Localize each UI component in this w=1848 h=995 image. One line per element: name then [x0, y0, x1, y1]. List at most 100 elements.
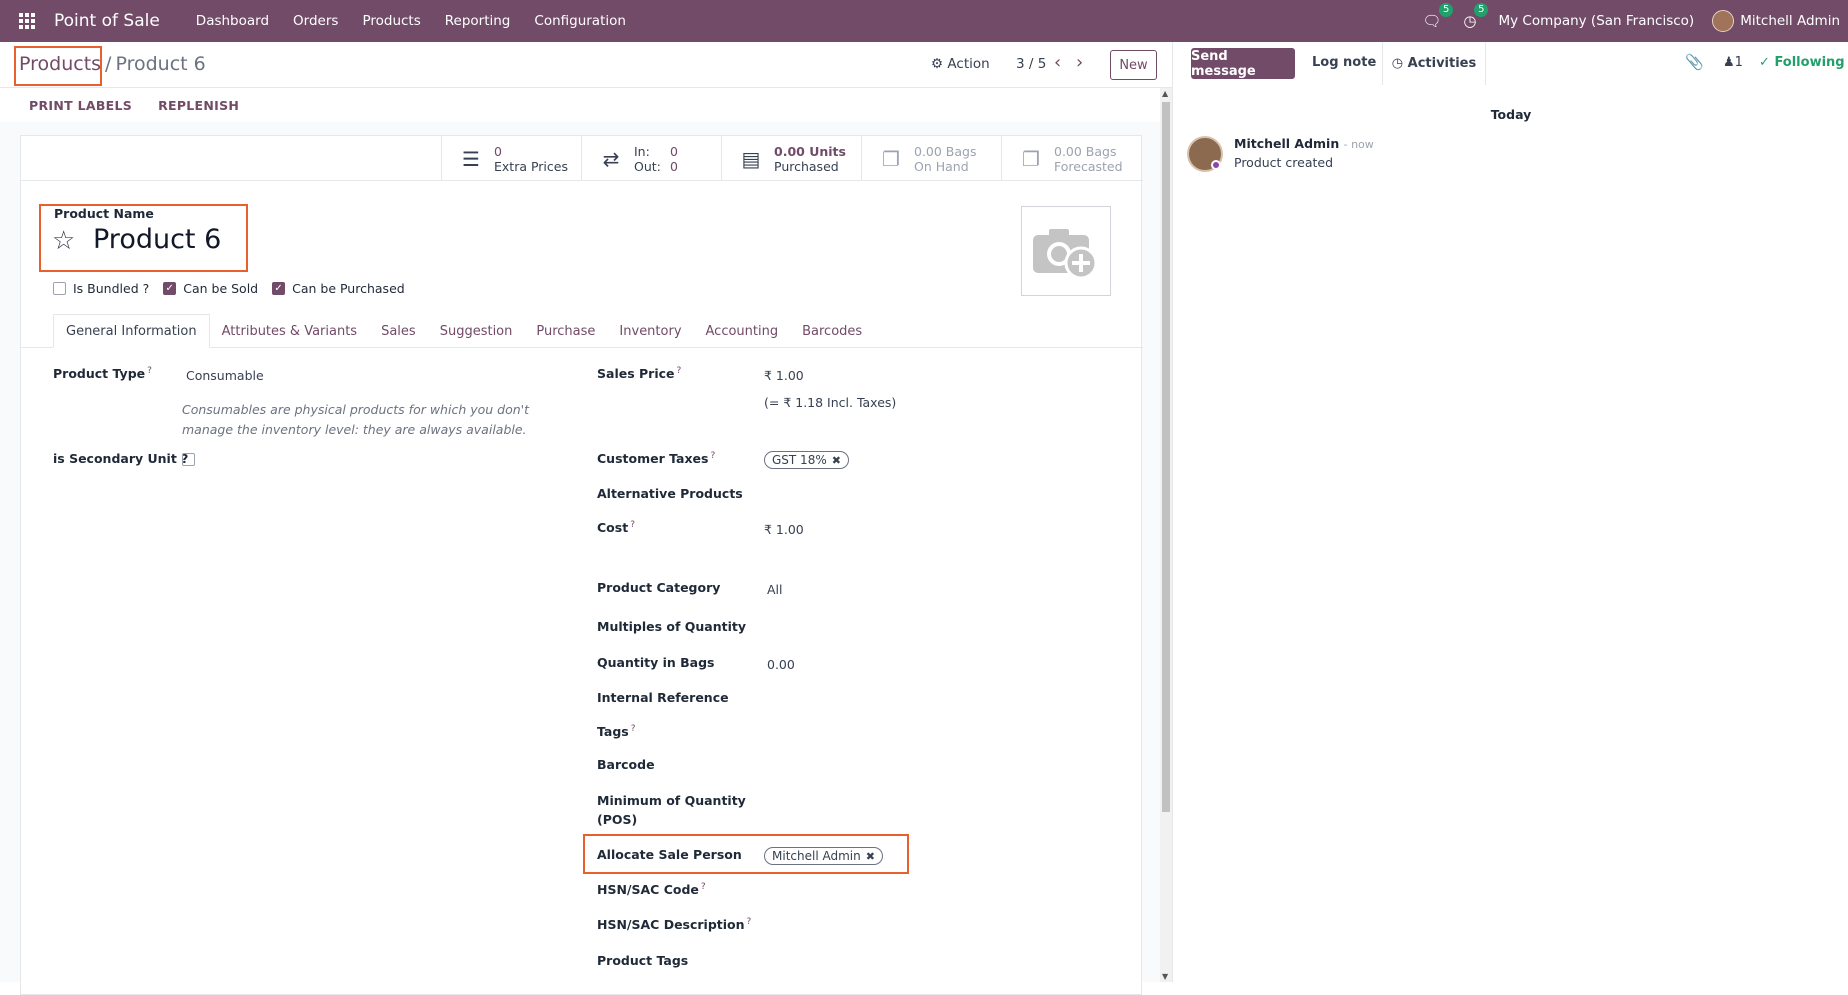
tab-sales[interactable]: Sales: [369, 314, 428, 348]
following-button[interactable]: ✓ Following: [1759, 55, 1845, 70]
can-be-sold-checkbox[interactable]: ✓ Can be Sold: [163, 281, 258, 296]
in-label: In:: [634, 143, 650, 159]
scroll-up-arrow-icon[interactable]: ▲: [1162, 89, 1168, 98]
action-menu-button[interactable]: ⚙ Action: [931, 56, 990, 72]
chevron-right-icon[interactable]: ›: [1076, 52, 1083, 73]
company-switcher[interactable]: My Company (San Francisco): [1498, 13, 1694, 29]
quantity-bags-field[interactable]: 0.00: [767, 657, 795, 672]
purchased-button[interactable]: ▤ 0.00 Units Purchased: [721, 136, 861, 181]
product-category-field[interactable]: All: [767, 582, 783, 597]
on-hand-value: 0.00 Bags: [914, 143, 977, 159]
product-image-upload[interactable]: [1021, 206, 1111, 296]
header-buttons: PRINT LABELS REPLENISH: [0, 88, 1172, 122]
minimum-quantity-label-line1: Minimum of Quantity: [597, 793, 746, 808]
close-icon[interactable]: ✖: [832, 454, 841, 467]
messages-icon[interactable]: 🗨 5: [1422, 3, 1454, 30]
secondary-unit-checkbox[interactable]: [182, 453, 195, 466]
checkbox-empty-icon: [53, 282, 66, 295]
extra-prices-button[interactable]: ☰ 0 Extra Prices: [441, 136, 581, 181]
activities-button[interactable]: ◷ Activities: [1382, 42, 1486, 85]
help-icon[interactable]: ?: [747, 917, 752, 927]
message-time: - now: [1343, 138, 1374, 151]
pager-value[interactable]: 3 / 5: [1016, 56, 1046, 72]
replenish-button[interactable]: REPLENISH: [158, 98, 239, 113]
menu-dashboard[interactable]: Dashboard: [184, 13, 281, 29]
tab-attributes-variants[interactable]: Attributes & Variants: [210, 314, 369, 348]
is-bundled-checkbox[interactable]: Is Bundled ?: [53, 281, 149, 296]
user-menu[interactable]: Mitchell Admin: [1740, 13, 1840, 29]
menu-products[interactable]: Products: [350, 13, 432, 29]
list-icon: ☰: [462, 146, 480, 171]
help-icon[interactable]: ?: [631, 724, 636, 734]
quantity-bags-label: Quantity in Bags: [597, 655, 715, 670]
tab-accounting[interactable]: Accounting: [694, 314, 791, 348]
sales-price-field[interactable]: ₹ 1.00: [764, 368, 804, 383]
menu-reporting[interactable]: Reporting: [433, 13, 523, 29]
smart-buttons: ☰ 0 Extra Prices ⇄ In: 0 Out: 0 ▤ 0.00 Unit…: [21, 136, 1143, 181]
in-out-button[interactable]: ⇄ In: 0 Out: 0: [581, 136, 721, 181]
paperclip-icon[interactable]: 📎: [1685, 53, 1704, 71]
forecasted-value: 0.00 Bags: [1054, 143, 1117, 159]
main-menu: Dashboard Orders Products Reporting Conf…: [184, 13, 638, 29]
user-icon: ♟: [1723, 55, 1735, 70]
purchased-label: Purchased: [774, 158, 839, 174]
checkbox-checked-icon: ✓: [163, 282, 177, 295]
help-icon[interactable]: ?: [147, 366, 152, 376]
top-navbar: Point of Sale Dashboard Orders Products …: [0, 0, 1848, 42]
out-label: Out:: [634, 158, 661, 174]
send-message-button[interactable]: Send message: [1191, 48, 1295, 79]
help-icon[interactable]: ?: [630, 520, 635, 530]
product-category-label: Product Category: [597, 580, 721, 595]
cubes-icon: ❐: [882, 146, 900, 171]
product-type-label: Product Type?: [53, 366, 152, 382]
sale-person-highlight: [583, 834, 909, 874]
tab-general-information[interactable]: General Information: [53, 314, 210, 348]
following-label: Following: [1774, 55, 1845, 70]
sales-price-label: Sales Price?: [597, 366, 682, 382]
product-flags: Is Bundled ? ✓ Can be Sold ✓ Can be Purcha…: [53, 281, 405, 296]
cubes-icon: ❐: [1022, 146, 1040, 171]
log-note-button[interactable]: Log note: [1312, 55, 1376, 70]
customer-tax-tag[interactable]: GST 18% ✖: [764, 451, 849, 469]
cost-label: Cost?: [597, 520, 635, 536]
breadcrumb-highlight: [14, 46, 102, 86]
scroll-down-arrow-icon[interactable]: ▼: [1162, 972, 1168, 981]
scrollbar-thumb[interactable]: [1162, 102, 1170, 812]
hsn-code-label: HSN/SAC Code?: [597, 882, 706, 898]
new-button[interactable]: New: [1110, 50, 1157, 80]
activities-clock-icon[interactable]: ◷ 5: [1463, 3, 1489, 30]
form-scrollbar[interactable]: ▲ ▼: [1160, 88, 1172, 982]
help-icon[interactable]: ?: [677, 366, 682, 376]
clock-icon: ◷: [1391, 56, 1404, 71]
sales-price-incl-taxes: (= ₹ 1.18 Incl. Taxes): [764, 395, 897, 410]
tags-label: Tags?: [597, 724, 636, 740]
followers-count: 1: [1734, 55, 1743, 70]
author-name[interactable]: Mitchell Admin: [1234, 136, 1339, 151]
tab-inventory[interactable]: Inventory: [607, 314, 693, 348]
notebook-tabs: General Information Attributes & Variant…: [53, 314, 874, 348]
app-brand[interactable]: Point of Sale: [54, 11, 160, 31]
extra-prices-label: Extra Prices: [494, 158, 568, 174]
tab-purchase[interactable]: Purchase: [524, 314, 607, 348]
can-be-purchased-checkbox[interactable]: ✓ Can be Purchased: [272, 281, 405, 296]
menu-configuration[interactable]: Configuration: [522, 13, 638, 29]
apps-menu-icon[interactable]: [0, 13, 54, 29]
print-labels-button[interactable]: PRINT LABELS: [29, 98, 132, 113]
internal-reference-label: Internal Reference: [597, 690, 729, 705]
cost-field[interactable]: ₹ 1.00: [764, 522, 804, 537]
followers-button[interactable]: ♟1: [1723, 55, 1743, 70]
minimum-quantity-label-line2: (POS): [597, 812, 638, 827]
help-icon[interactable]: ?: [710, 451, 715, 461]
tab-suggestion[interactable]: Suggestion: [428, 314, 525, 348]
help-icon[interactable]: ?: [701, 882, 706, 892]
menu-orders[interactable]: Orders: [281, 13, 350, 29]
customer-taxes-label: Customer Taxes?: [597, 451, 716, 467]
check-icon: ✓: [1759, 55, 1770, 70]
tab-barcodes[interactable]: Barcodes: [790, 314, 874, 348]
on-hand-button[interactable]: ❐ 0.00 Bags On Hand: [861, 136, 1001, 181]
forecasted-button[interactable]: ❐ 0.00 Bags Forecasted: [1001, 136, 1143, 181]
user-avatar[interactable]: [1712, 10, 1735, 32]
can-be-purchased-label: Can be Purchased: [292, 281, 405, 296]
product-type-field[interactable]: Consumable: [186, 368, 264, 383]
chevron-left-icon[interactable]: ‹: [1054, 52, 1061, 73]
